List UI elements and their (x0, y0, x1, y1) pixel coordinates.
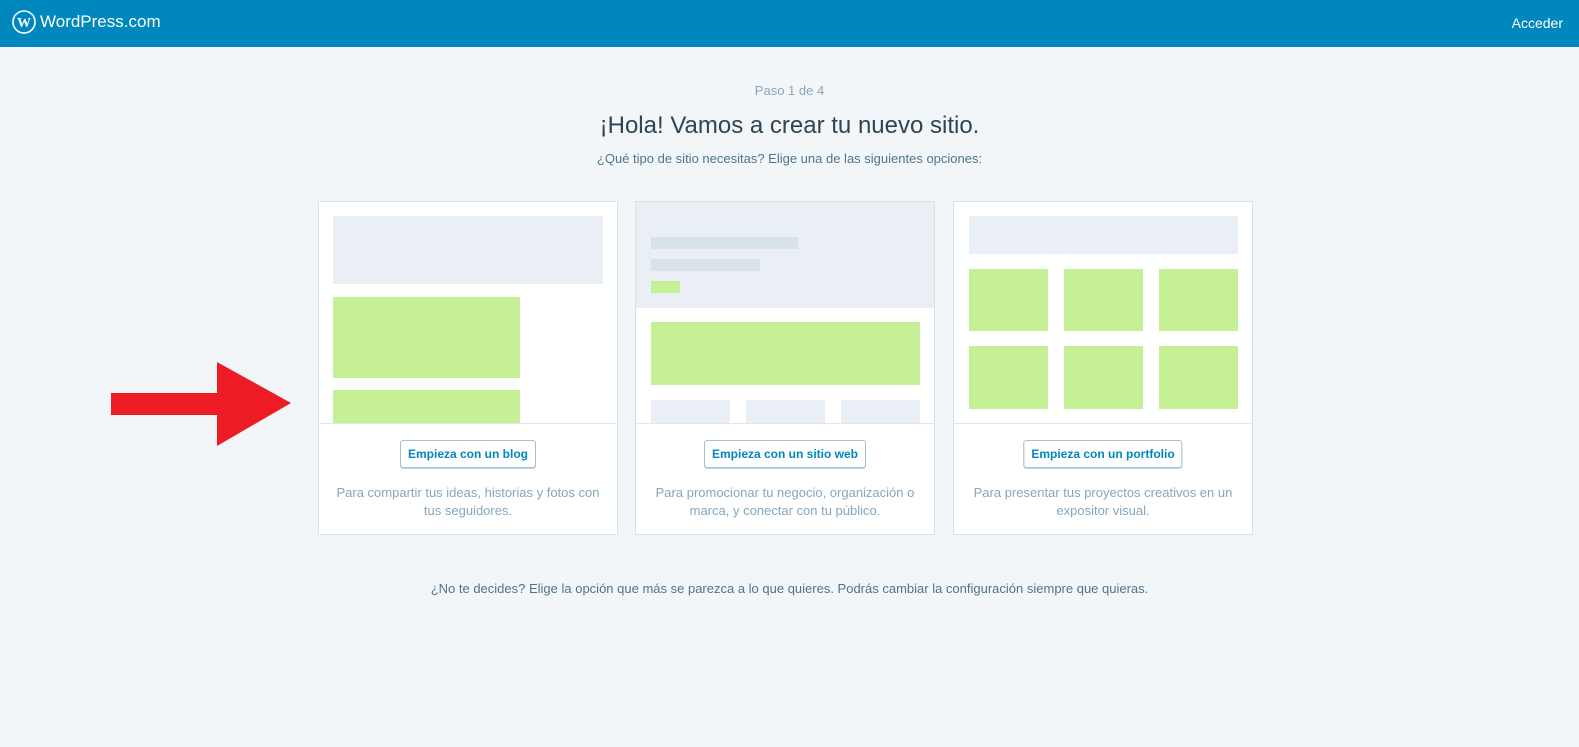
illustration-tile (1159, 269, 1238, 331)
portfolio-illustration (954, 202, 1252, 424)
brand-name: WordPress.com (40, 12, 161, 31)
illustration-column-block (651, 400, 730, 423)
illustration-tile (1064, 346, 1143, 409)
start-blog-button[interactable]: Empieza con un blog (399, 440, 537, 468)
illustration-cta-block (651, 281, 680, 293)
page-subtitle: ¿Qué tipo de sitio necesitas? Elige una … (596, 151, 983, 166)
illustration-header-block (969, 216, 1238, 254)
card-description: Para presentar tus proyectos creativos e… (973, 485, 1233, 518)
page-title: ¡Hola! Vamos a crear tu nuevo sitio. (599, 112, 980, 139)
wordpress-home-link[interactable]: W WordPress.com (12, 10, 161, 34)
illustration-tile (969, 269, 1048, 331)
illustration-post-block (333, 390, 520, 423)
masterbar: W WordPress.com Acceder (0, 0, 1579, 47)
illustration-feature-block (651, 322, 920, 385)
undecided-hint: ¿No te decides? Elige la opción que más … (430, 581, 1149, 596)
illustration-post-block (333, 297, 520, 378)
illustration-header-block (333, 216, 603, 284)
site-type-card-website[interactable]: Empieza con un sitio web Para promociona… (635, 201, 935, 535)
site-type-card-blog[interactable]: Empieza con un blog Para compartir tus i… (318, 201, 618, 535)
illustration-column-block (746, 400, 825, 423)
website-illustration (636, 202, 934, 424)
step-indicator: Paso 1 de 4 (754, 83, 825, 98)
illustration-hero-block (636, 202, 934, 308)
illustration-text-line (651, 259, 760, 271)
illustration-tile (1064, 269, 1143, 331)
card-description: Para compartir tus ideas, historias y fo… (336, 485, 600, 518)
site-type-card-portfolio[interactable]: Empieza con un portfolio Para presentar … (953, 201, 1253, 535)
svg-text:W: W (17, 16, 31, 31)
illustration-column-block (841, 400, 920, 423)
login-link[interactable]: Acceder (1512, 15, 1563, 31)
start-website-button[interactable]: Empieza con un sitio web (703, 440, 867, 468)
red-arrow-right-icon (111, 362, 291, 446)
illustration-text-line (651, 237, 798, 249)
card-description: Para promocionar tu negocio, organizació… (655, 485, 915, 518)
illustration-tile (969, 346, 1048, 409)
wordpress-logo-icon: W (12, 10, 36, 34)
illustration-tile (1159, 346, 1238, 409)
blog-illustration (319, 202, 617, 424)
start-portfolio-button[interactable]: Empieza con un portfolio (1023, 440, 1183, 468)
